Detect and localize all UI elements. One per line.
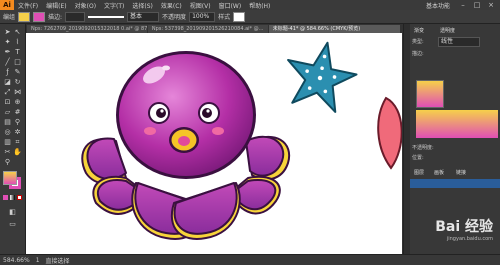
right-panel-dock: 渐变 透明度 类型: 线性 描边: 不透明度: 位置: 图层 画板 链接 Bai… [403,24,500,254]
width-icon[interactable]: ⋈ [13,88,22,96]
tab-transparency[interactable]: 透明度 [440,27,455,34]
tools-panel: ➤ ↖ ✦ ⌇ ✒ T ╱ □ ƒ ✎ ◪ ↻ ⤢ ⋈ ⊡ ⊕ ▱ # ▤ ⚲ … [0,24,26,254]
zoom-level[interactable]: 584.66% [3,257,30,264]
menu-window[interactable]: 窗口(W) [215,1,246,10]
octopus-cheek-right [212,127,224,135]
octopus-head [116,51,256,179]
pen-icon[interactable]: ✒ [3,48,12,56]
baidu-watermark: Bai 经验 jingyan.baidu.com [435,216,493,242]
opacity-label: 不透明度 [162,14,187,21]
selection-type-label: 编组 [3,14,16,21]
fill-swatch[interactable] [18,11,31,22]
hand-icon[interactable]: ✋ [13,148,22,156]
rotate-icon[interactable]: ↻ [13,78,22,86]
perspective-icon[interactable]: ▱ [3,108,12,116]
mesh-icon[interactable]: # [13,108,22,116]
brush-definition-field[interactable]: 基本 [127,11,160,22]
lasso-icon[interactable]: ⌇ [13,38,22,46]
rectangle-icon[interactable]: □ [13,58,22,66]
graph-icon[interactable]: ▥ [3,138,12,146]
scale-icon[interactable]: ⤢ [3,88,12,96]
tab-doc-1[interactable]: Nps: 7262709_2019092015322018 0.ai* @ 87… [27,25,147,33]
menu-file[interactable]: 文件(F) [14,1,42,10]
gradient-type-select[interactable]: 线性 [438,37,480,47]
current-tool-name: 直接选择 [45,257,70,265]
status-bar: 584.66% 1 直接选择 [0,254,500,265]
menu-bar: Ai 文件(F) 编辑(E) 对象(O) 文字(T) 选择(S) 效果(C) 视… [0,0,500,10]
gradient-mode-icon[interactable] [10,195,15,200]
octopus-mouth [169,127,199,153]
type-icon[interactable]: T [13,48,22,56]
menu-help[interactable]: 帮助(H) [245,1,274,10]
gradient-type-label: 类型: [412,39,424,45]
color-mode-row [3,195,23,201]
draw-mode-icon[interactable]: ◧ [8,208,17,216]
opacity-field[interactable]: 100% [189,11,216,22]
tab-layers[interactable]: 图层 [414,169,424,176]
panel-icon-column [404,24,410,254]
tab-doc-2[interactable]: Nps: 537398_201909201526210084.ai* @... [147,25,268,33]
pink-shell [377,96,402,170]
line-icon[interactable]: ╱ [3,58,12,66]
document-tabs: Nps: 7262709_2019092015322018 0.ai* @ 87… [27,25,400,33]
minimize-icon[interactable]: – [458,1,468,9]
symbol-sprayer-icon[interactable]: ✲ [13,128,22,136]
tab-artboards[interactable]: 画板 [434,169,444,176]
control-bar: 编组 描边: 基本 不透明度 100% 样式 [0,10,500,24]
direct-selection-icon[interactable]: ↖ [13,28,22,36]
artboard-number[interactable]: 1 [36,257,40,264]
maximize-icon[interactable]: □ [472,1,482,9]
gradient-stroke-label: 描边: [412,51,424,57]
pencil-icon[interactable]: ✎ [13,68,22,76]
tab-links[interactable]: 链接 [456,169,466,176]
color-icon[interactable] [3,195,8,200]
baidu-watermark-text: Bai 经验 [435,219,493,235]
workspace-switcher[interactable]: 基本功能 [422,1,454,10]
eraser-icon[interactable]: ◪ [3,78,12,86]
tab-gradient[interactable]: 渐变 [414,27,424,34]
gradient-icon[interactable]: ▤ [3,118,12,126]
menu-object[interactable]: 对象(O) [71,1,100,10]
none-icon[interactable] [17,195,22,200]
selection-icon[interactable]: ➤ [3,28,12,36]
menu-select[interactable]: 选择(S) [128,1,157,10]
brush-icon[interactable]: ƒ [3,68,12,76]
starfish [287,41,358,113]
artboard-canvas[interactable] [26,33,402,254]
screen-mode-icon[interactable]: ▭ [8,220,17,228]
menu-effect[interactable]: 效果(C) [157,1,186,10]
gradient-slider[interactable] [416,110,498,138]
stroke-label: 描边: [48,14,63,21]
eyedropper-icon[interactable]: ⚲ [13,118,22,126]
octopus-cheek-left [144,127,156,135]
free-transform-icon[interactable]: ⊡ [3,98,12,106]
zoom-icon[interactable]: ⚲ [3,158,12,166]
gradient-location-label: 位置: [412,155,424,161]
variable-width-profile[interactable] [88,15,125,18]
style-label: 样式 [218,14,231,21]
shape-builder-icon[interactable]: ⊕ [13,98,22,106]
artboard-icon[interactable]: ⌗ [13,138,22,146]
artwork [81,41,402,240]
graphic-style-swatch[interactable] [233,11,246,22]
close-icon[interactable]: × [486,1,496,9]
layer-row-active[interactable] [410,179,500,188]
app-logo: Ai [0,0,14,10]
gradient-preview-swatch[interactable] [416,80,444,108]
magic-wand-icon[interactable]: ✦ [3,38,12,46]
menu-type[interactable]: 文字(T) [100,1,128,10]
blend-icon[interactable]: ◎ [3,128,12,136]
tab-doc-3[interactable]: 未标题-41* @ 584.66% (CMYK/预览) [268,25,400,33]
menu-view[interactable]: 视图(V) [186,1,215,10]
stroke-swatch[interactable] [33,11,46,22]
fill-color-box[interactable] [3,171,17,185]
menu-edit[interactable]: 编辑(E) [42,1,70,10]
stroke-weight-field[interactable] [65,11,86,22]
gradient-opacity-label: 不透明度: [412,145,434,151]
slice-icon[interactable]: ✂ [3,148,12,156]
baidu-watermark-url: jingyan.baidu.com [446,236,493,242]
